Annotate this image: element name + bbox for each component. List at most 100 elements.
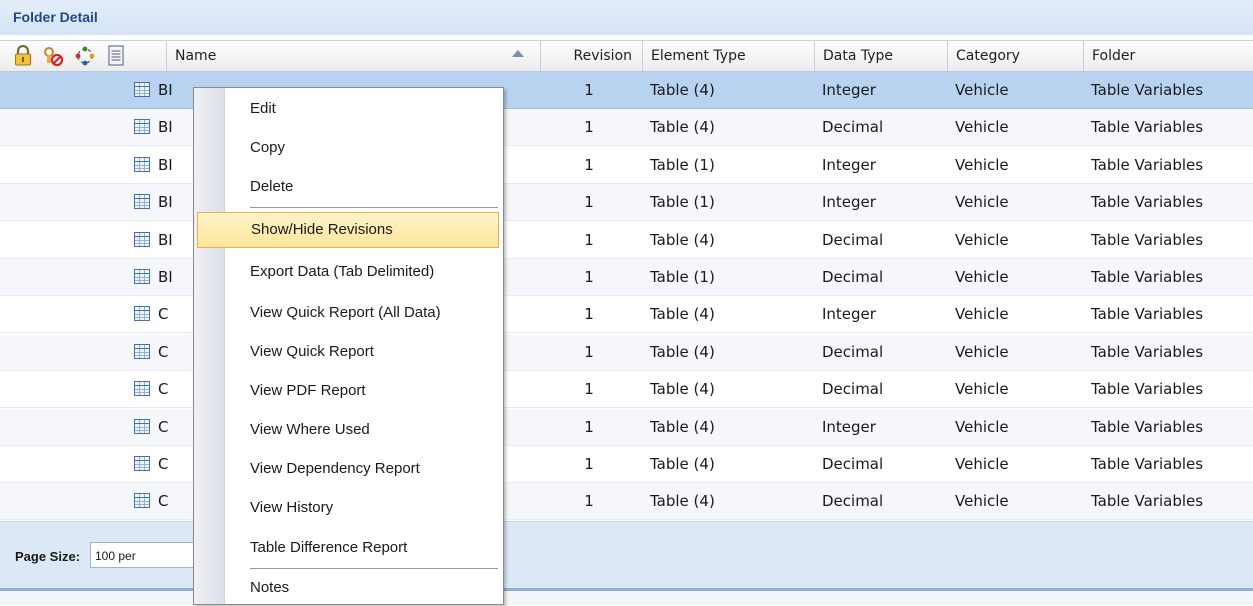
cell-revision: 1 [584, 268, 594, 286]
menu-item-edit[interactable]: Edit [197, 91, 499, 127]
cell-element-type: Table (4) [650, 231, 715, 249]
table-row[interactable]: BI 1 Table (1) Integer Vehicle Table Variable… [0, 184, 1253, 221]
cell-category: Vehicle [955, 492, 1009, 510]
cell-folder: Table Variables [1091, 418, 1204, 436]
menu-item-label: View Quick Report (All Data) [250, 304, 441, 321]
menu-item-delete[interactable]: Delete [197, 169, 499, 205]
menu-item-view-pdf-report[interactable]: View PDF Report [197, 373, 499, 409]
cell-category: Vehicle [955, 343, 1009, 361]
menu-item-label: View Dependency Report [250, 460, 420, 477]
cell-element-type: Table (4) [650, 418, 715, 436]
cell-folder: Table Variables [1091, 118, 1204, 136]
folder-detail-panel-title: Folder Detail [0, 0, 1253, 35]
cell-data-type: Integer [822, 193, 876, 211]
bottom-strip [0, 591, 1253, 605]
menu-item-label: Export Data (Tab Delimited) [250, 263, 435, 280]
menu-item-view-quick-report[interactable]: View Quick Report [197, 334, 499, 370]
menu-item-export-data-tab-delimited[interactable]: Export Data (Tab Delimited) [197, 254, 499, 290]
cell-revision: 1 [584, 81, 594, 99]
sort-ascending-icon [512, 50, 524, 57]
table-icon [134, 269, 150, 284]
column-header-element-type-label: Element Type [651, 48, 746, 64]
cell-data-type: Integer [822, 418, 876, 436]
column-header-element-type[interactable]: Element Type [642, 41, 814, 71]
panel-title: Folder Detail [13, 9, 98, 25]
document-icon[interactable] [104, 43, 128, 69]
cell-data-type: Decimal [822, 455, 884, 473]
column-header-folder[interactable]: Folder [1083, 41, 1253, 71]
table-icon [134, 232, 150, 247]
checkout-prohibited-icon[interactable] [41, 43, 65, 69]
cell-data-type: Decimal [822, 118, 884, 136]
table-icon [134, 456, 150, 471]
table-row[interactable]: BI 1 Table (4) Integer Vehicle Table Variable… [0, 72, 1253, 109]
cell-element-type: Table (4) [650, 81, 715, 99]
menu-item-copy[interactable]: Copy [197, 130, 499, 166]
column-header-category[interactable]: Category [947, 41, 1083, 71]
menu-item-show-hide-revisions[interactable]: Show/Hide Revisions [197, 212, 499, 248]
menu-item-table-difference-report[interactable]: Table Difference Report [197, 530, 499, 566]
table-row[interactable]: C 1 Table (4) Integer Vehicle Table Variables [0, 296, 1253, 333]
table-row[interactable]: BI 1 Table (4) Decimal Vehicle Table Variable… [0, 222, 1253, 259]
cell-element-type: Table (1) [650, 268, 715, 286]
table-row[interactable]: BI 1 Table (4) Decimal Vehicle Table Variable… [0, 109, 1253, 146]
menu-item-view-where-used[interactable]: View Where Used [197, 412, 499, 448]
cell-folder: Table Variables [1091, 156, 1204, 174]
column-header-category-label: Category [956, 48, 1020, 64]
column-header-folder-label: Folder [1092, 48, 1136, 64]
table-row[interactable]: BI 1 Table (1) Integer Vehicle Table Variable… [0, 147, 1253, 184]
cell-category: Vehicle [955, 118, 1009, 136]
menu-item-label: Copy [250, 139, 286, 156]
menu-item-label: Notes [250, 579, 290, 596]
column-header-name[interactable]: Name [166, 41, 540, 71]
menu-item-label: Delete [250, 178, 294, 195]
cell-revision: 1 [584, 118, 594, 136]
menu-item-view-dependency-report[interactable]: View Dependency Report [197, 451, 499, 487]
table-icon [134, 493, 150, 508]
cell-data-type: Integer [822, 81, 876, 99]
grid-footer: Page Size: 100 per [0, 521, 1253, 591]
table-icon [134, 419, 150, 434]
cell-folder: Table Variables [1091, 193, 1204, 211]
cell-revision: 1 [584, 492, 594, 510]
table-row[interactable]: BI 1 Table (1) Decimal Vehicle Table Variable… [0, 259, 1253, 296]
lock-icon[interactable] [11, 43, 35, 69]
cell-element-type: Table (4) [650, 492, 715, 510]
cell-data-type: Decimal [822, 380, 884, 398]
cell-category: Vehicle [955, 418, 1009, 436]
menu-item-label: View PDF Report [250, 382, 366, 399]
cell-element-type: Table (4) [650, 305, 715, 323]
table-row[interactable]: C 1 Table (4) Integer Vehicle Table Variables [0, 409, 1253, 446]
table-icon [134, 119, 150, 134]
menu-item-label: Table Difference Report [250, 539, 408, 556]
cell-category: Vehicle [955, 193, 1009, 211]
cell-revision: 1 [584, 343, 594, 361]
refresh-cycle-icon[interactable] [73, 43, 97, 69]
page-size-label: Page Size: [15, 549, 81, 564]
menu-item-label: Edit [250, 100, 276, 117]
cell-category: Vehicle [955, 380, 1009, 398]
cell-element-type: Table (1) [650, 193, 715, 211]
menu-item-label: View Where Used [250, 421, 370, 438]
cell-revision: 1 [584, 455, 594, 473]
cell-data-type: Decimal [822, 231, 884, 249]
table-icon [134, 306, 150, 321]
column-header-revision[interactable]: Revision [540, 41, 642, 71]
cell-folder: Table Variables [1091, 81, 1204, 99]
table-row[interactable]: C 1 Table (4) Decimal Vehicle Table Variables [0, 334, 1253, 371]
column-header-data-type[interactable]: Data Type [814, 41, 947, 71]
menu-item-notes[interactable]: Notes [197, 570, 499, 606]
cell-element-type: Table (4) [650, 455, 715, 473]
cell-category: Vehicle [955, 305, 1009, 323]
table-row[interactable]: C 1 Table (4) Decimal Vehicle Table Variables [0, 371, 1253, 408]
cell-element-type: Table (4) [650, 380, 715, 398]
context-menu: Edit Copy Delete Show/Hide Revisions Export … [193, 87, 504, 605]
column-header-name-label: Name [175, 48, 217, 64]
menu-item-view-history[interactable]: View History [197, 490, 499, 526]
table-icon [134, 344, 150, 359]
table-row[interactable]: C 1 Table (4) Decimal Vehicle Table Variables [0, 483, 1253, 520]
table-row[interactable]: C 1 Table (4) Decimal Vehicle Table Variables [0, 446, 1253, 483]
table-icon [134, 194, 150, 209]
cell-element-type: Table (4) [650, 343, 715, 361]
menu-item-view-quick-report-all-data[interactable]: View Quick Report (All Data) [197, 295, 499, 331]
